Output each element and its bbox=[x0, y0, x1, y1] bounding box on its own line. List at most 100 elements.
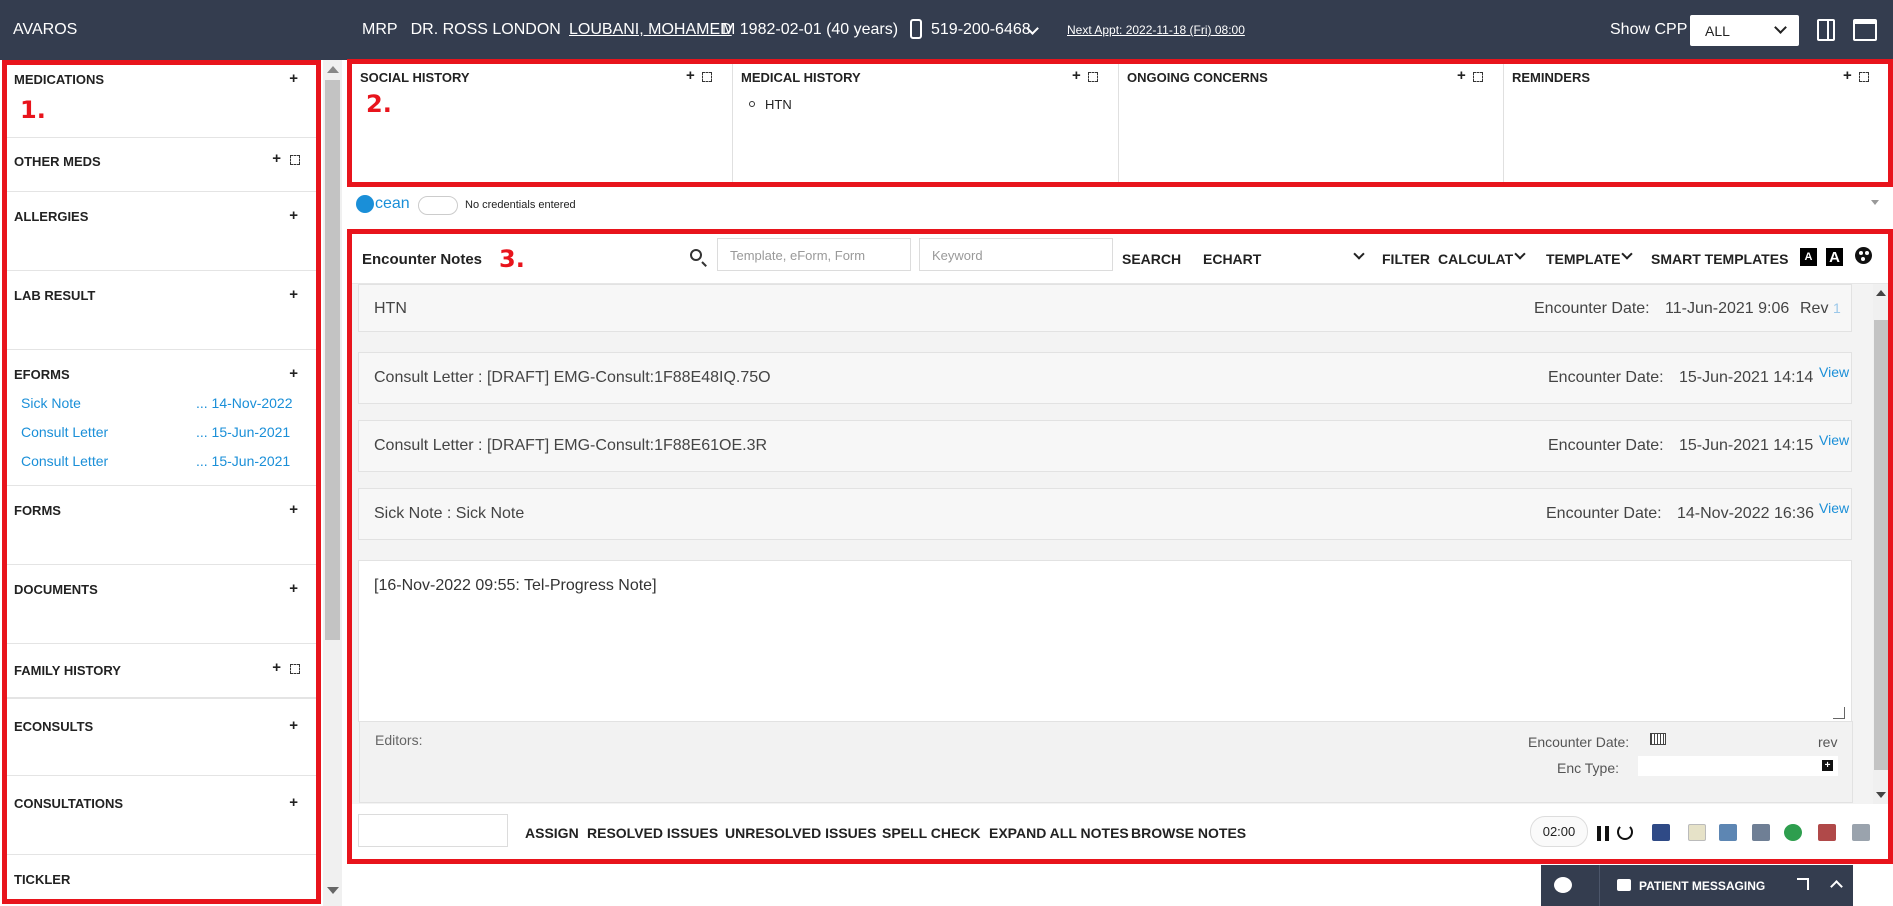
font-small-button[interactable]: A bbox=[1800, 248, 1817, 266]
encounter-note[interactable]: Consult Letter : [DRAFT] EMG-Consult:1F8… bbox=[358, 420, 1852, 472]
eform-item[interactable]: Sick Note ... 14-Nov-2022 bbox=[21, 395, 301, 411]
add-enc-type-button[interactable]: + bbox=[1822, 760, 1833, 771]
note-icon[interactable] bbox=[1688, 824, 1706, 841]
add-ongoing-concern-button[interactable]: + bbox=[1457, 67, 1466, 84]
section-title: FAMILY HISTORY bbox=[14, 663, 121, 678]
message-icon bbox=[1617, 879, 1631, 891]
resolved-issues-button[interactable]: RESOLVED ISSUES bbox=[587, 825, 718, 841]
add-reminder-button[interactable]: + bbox=[1843, 67, 1852, 84]
scroll-thumb[interactable] bbox=[325, 80, 340, 640]
patient-name-link[interactable]: LOUBANI, MOHAMED bbox=[569, 21, 732, 39]
add-allergy-button[interactable]: + bbox=[289, 207, 298, 224]
encounter-note[interactable]: Consult Letter : [DRAFT] EMG-Consult:1F8… bbox=[358, 352, 1852, 404]
section-consultations: CONSULTATIONS + bbox=[5, 776, 318, 855]
full-layout-icon[interactable] bbox=[1853, 19, 1877, 41]
section-title: ECONSULTS bbox=[14, 719, 94, 734]
save-icon[interactable] bbox=[1652, 824, 1670, 841]
spell-check-button[interactable]: SPELL CHECK bbox=[882, 825, 981, 841]
add-document-button[interactable]: + bbox=[289, 580, 298, 597]
view-link[interactable]: View bbox=[1819, 432, 1849, 448]
scroll-up-icon[interactable] bbox=[327, 66, 339, 73]
keyword-input[interactable]: Keyword bbox=[919, 238, 1113, 271]
notes-scrollbar[interactable] bbox=[1873, 284, 1889, 804]
view-link[interactable]: View bbox=[1819, 364, 1849, 380]
patient-phone[interactable]: 519-200-6468 bbox=[931, 21, 1031, 39]
eform-item[interactable]: Consult Letter ... 15-Jun-2021 bbox=[21, 424, 301, 440]
note-timer: 02:00 bbox=[1530, 816, 1588, 847]
scroll-up-icon[interactable] bbox=[1876, 290, 1886, 296]
ocean-toggle[interactable] bbox=[418, 196, 458, 215]
enc-type-input[interactable] bbox=[1638, 756, 1838, 776]
next-appointment-link[interactable]: Next Appt: 2022-11-18 (Fri) 08:00 bbox=[1067, 23, 1245, 37]
note-text: HTN bbox=[374, 300, 407, 317]
eform-date: ... 15-Jun-2021 bbox=[196, 424, 291, 440]
chevron-down-icon[interactable] bbox=[1353, 248, 1365, 260]
billing-icon[interactable] bbox=[1784, 824, 1802, 841]
current-note-text[interactable]: [16-Nov-2022 09:55: Tel-Progress Note] bbox=[374, 577, 657, 595]
medical-history-item[interactable]: HTN bbox=[765, 97, 792, 112]
add-medication-button[interactable]: + bbox=[289, 70, 298, 87]
add-econsult-button[interactable]: + bbox=[289, 717, 298, 734]
exit-icon[interactable] bbox=[1818, 824, 1836, 841]
current-note-editor[interactable]: [16-Nov-2022 09:55: Tel-Progress Note] E… bbox=[358, 560, 1853, 803]
palette-icon[interactable] bbox=[1855, 247, 1872, 264]
note-date-label: Encounter Date: bbox=[1534, 300, 1650, 317]
expand-icon[interactable] bbox=[1859, 72, 1869, 82]
expand-icon[interactable] bbox=[290, 155, 300, 165]
expand-icon[interactable] bbox=[1473, 72, 1483, 82]
sign-save-icon[interactable] bbox=[1719, 824, 1737, 841]
scroll-down-icon[interactable] bbox=[327, 887, 339, 894]
scroll-thumb[interactable] bbox=[1874, 320, 1888, 770]
encounter-note[interactable]: Sick Note : Sick Note Encounter Date: 14… bbox=[358, 488, 1852, 540]
pause-icon[interactable] bbox=[1597, 826, 1609, 841]
browse-notes-button[interactable]: BROWSE NOTES bbox=[1131, 825, 1246, 841]
scroll-down-icon[interactable] bbox=[1876, 792, 1886, 798]
calendar-icon[interactable] bbox=[1650, 733, 1666, 745]
add-form-button[interactable]: + bbox=[289, 501, 298, 518]
view-link[interactable]: View bbox=[1819, 500, 1849, 516]
expand-icon[interactable] bbox=[702, 72, 712, 82]
note-text: Sick Note : Sick Note bbox=[374, 505, 525, 522]
add-family-history-button[interactable]: + bbox=[272, 659, 281, 676]
add-social-history-button[interactable]: + bbox=[686, 67, 695, 84]
unresolved-issues-button[interactable]: UNRESOLVED ISSUES bbox=[725, 825, 876, 841]
filter-button[interactable]: FILTER bbox=[1382, 251, 1430, 267]
assign-button[interactable]: ASSIGN bbox=[525, 825, 579, 841]
split-layout-icon[interactable] bbox=[1817, 19, 1835, 41]
template-button[interactable]: TEMPLATE bbox=[1546, 251, 1620, 267]
top-bar: AVAROS MRP DR. ROSS LONDON LOUBANI, MOHA… bbox=[0, 0, 1893, 60]
note-rev-link[interactable]: 1 bbox=[1833, 300, 1841, 316]
expand-icon[interactable] bbox=[1088, 72, 1098, 82]
refresh-icon[interactable] bbox=[1617, 824, 1633, 840]
add-eform-button[interactable]: + bbox=[289, 365, 298, 382]
resize-grip-icon[interactable] bbox=[1833, 707, 1845, 719]
marker-3: 3. bbox=[499, 245, 525, 273]
show-cpp-select[interactable]: ALL bbox=[1690, 15, 1799, 46]
notes-list: HTN Encounter Date: 11-Jun-2021 9:06 Rev… bbox=[352, 284, 1873, 804]
expand-icon[interactable] bbox=[290, 664, 300, 674]
smart-templates-button[interactable]: SMART TEMPLATES bbox=[1651, 251, 1788, 267]
open-external-icon[interactable] bbox=[1797, 878, 1809, 890]
font-large-button[interactable]: A bbox=[1826, 248, 1843, 266]
patient-messaging-label[interactable]: PATIENT MESSAGING bbox=[1639, 879, 1765, 893]
add-lab-result-button[interactable]: + bbox=[289, 286, 298, 303]
chevron-up-icon[interactable] bbox=[1830, 880, 1843, 893]
add-other-meds-button[interactable]: + bbox=[272, 150, 281, 167]
patient-messaging-bar[interactable]: PATIENT MESSAGING bbox=[1541, 865, 1853, 906]
chat-icon[interactable] bbox=[1554, 877, 1572, 893]
search-button[interactable]: SEARCH bbox=[1122, 251, 1181, 267]
expand-all-notes-button[interactable]: EXPAND ALL NOTES bbox=[989, 825, 1129, 841]
left-panel-scrollbar[interactable] bbox=[323, 60, 342, 906]
template-search-input[interactable]: Template, eForm, Form bbox=[717, 238, 911, 271]
print-icon[interactable] bbox=[1852, 824, 1870, 841]
add-medical-history-button[interactable]: + bbox=[1072, 67, 1081, 84]
add-consultation-button[interactable]: + bbox=[289, 794, 298, 811]
encounter-note[interactable]: HTN Encounter Date: 11-Jun-2021 9:06 Rev… bbox=[358, 284, 1852, 332]
echart-button[interactable]: ECHART bbox=[1203, 251, 1261, 267]
calculat-button[interactable]: CALCULAT bbox=[1438, 251, 1513, 267]
encounter-toolbar: Encounter Notes Template, eForm, Form Ke… bbox=[352, 234, 1889, 284]
chevron-down-icon[interactable] bbox=[1871, 200, 1879, 205]
issue-input[interactable] bbox=[358, 814, 508, 847]
eform-item[interactable]: Consult Letter ... 15-Jun-2021 bbox=[21, 453, 301, 469]
sign-bill-icon[interactable] bbox=[1752, 824, 1770, 841]
